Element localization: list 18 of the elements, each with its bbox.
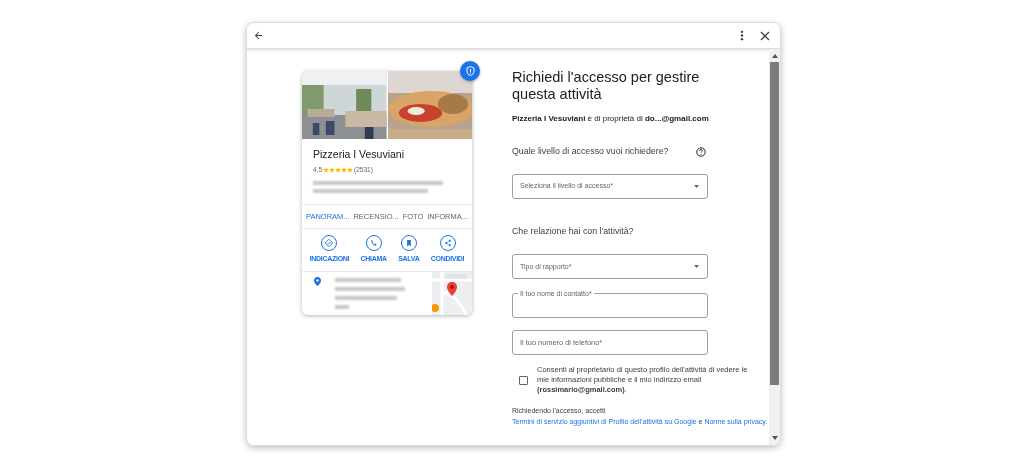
- scroll-down-icon[interactable]: [771, 436, 778, 440]
- scrollbar-thumb[interactable]: [770, 62, 779, 385]
- business-name: Pizzeria I Vesuviani: [313, 147, 406, 162]
- back-icon[interactable]: [253, 30, 264, 41]
- blurred-address-drawing: [335, 276, 405, 311]
- close-icon[interactable]: [760, 30, 770, 41]
- checkbox[interactable]: [519, 375, 528, 385]
- more-icon[interactable]: [740, 30, 744, 41]
- location-pin-icon: [314, 277, 321, 287]
- form-title: Richiedi l'accesso per gestire questa attività: [512, 69, 701, 103]
- question-label: Che relazione hai con l'attività?: [512, 225, 634, 239]
- scroll-up-icon[interactable]: [771, 54, 778, 58]
- help-icon[interactable]: [696, 146, 706, 157]
- dropdown-caret-icon: [694, 185, 699, 189]
- dropdown-caret-icon: [694, 265, 699, 269]
- question-label: Quale livello di accesso vuoi richiedere?: [512, 145, 669, 158]
- shield-icon[interactable]: [460, 61, 480, 81]
- ownership-text: Pizzeria I Vesuviani è di proprietà di do...@gmail.com: [512, 113, 708, 125]
